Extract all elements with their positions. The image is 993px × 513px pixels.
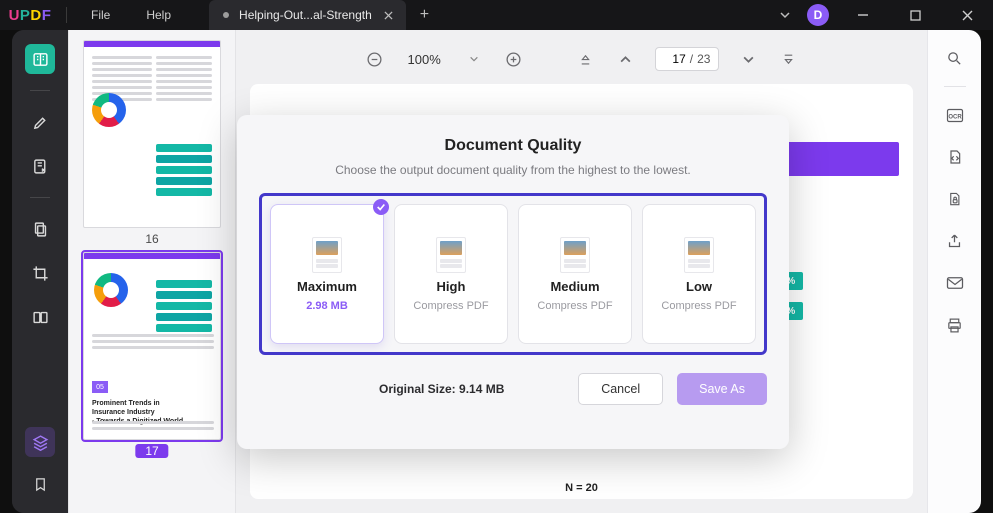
- quality-option-low[interactable]: Low Compress PDF: [642, 204, 756, 344]
- tab-close-button[interactable]: [382, 8, 396, 22]
- quality-meta: Compress PDF: [537, 300, 612, 312]
- window-maximize-button[interactable]: [897, 0, 933, 30]
- quality-option-high[interactable]: High Compress PDF: [394, 204, 508, 344]
- quality-preview-icon: [436, 237, 466, 273]
- new-tab-button[interactable]: +: [420, 6, 429, 24]
- document-quality-dialog: Document Quality Choose the output docum…: [237, 115, 789, 449]
- dialog-subtitle: Choose the output document quality from …: [259, 163, 767, 177]
- menu-file[interactable]: File: [73, 8, 128, 22]
- quality-meta: Compress PDF: [413, 300, 488, 312]
- quality-option-maximum[interactable]: Maximum 2.98 MB: [270, 204, 384, 344]
- user-avatar[interactable]: D: [807, 4, 829, 26]
- quality-option-medium[interactable]: Medium Compress PDF: [518, 204, 632, 344]
- selected-check-icon: [373, 199, 389, 215]
- modal-overlay: Document Quality Choose the output docum…: [12, 30, 981, 513]
- original-size-label: Original Size: 9.14 MB: [379, 382, 504, 396]
- cancel-button[interactable]: Cancel: [578, 373, 663, 405]
- quality-meta: Compress PDF: [661, 300, 736, 312]
- quality-name: Maximum: [297, 279, 357, 294]
- tab-more-dropdown[interactable]: [779, 9, 791, 21]
- quality-name: Medium: [550, 279, 599, 294]
- quality-preview-icon: [312, 237, 342, 273]
- titlebar: UPDF File Help Helping-Out...al-Strength…: [0, 0, 993, 30]
- quality-preview-icon: [684, 237, 714, 273]
- document-tab[interactable]: Helping-Out...al-Strength: [209, 0, 406, 30]
- dialog-title: Document Quality: [259, 137, 767, 155]
- quality-preview-icon: [560, 237, 590, 273]
- app-logo: UPDF: [0, 7, 60, 24]
- quality-options-group: Maximum 2.98 MB High Compress PDF Medium…: [259, 193, 767, 355]
- quality-meta: 2.98 MB: [306, 300, 348, 312]
- menu-help[interactable]: Help: [128, 8, 189, 22]
- quality-name: High: [437, 279, 466, 294]
- tab-title: Helping-Out...al-Strength: [239, 8, 372, 22]
- app-frame: 16 05 Prominent Trends in Insurance Indu…: [12, 30, 981, 513]
- save-as-button[interactable]: Save As: [677, 373, 767, 405]
- quality-name: Low: [686, 279, 712, 294]
- window-close-button[interactable]: [949, 0, 985, 30]
- tab-indicator-icon: [223, 12, 229, 18]
- window-minimize-button[interactable]: [845, 0, 881, 30]
